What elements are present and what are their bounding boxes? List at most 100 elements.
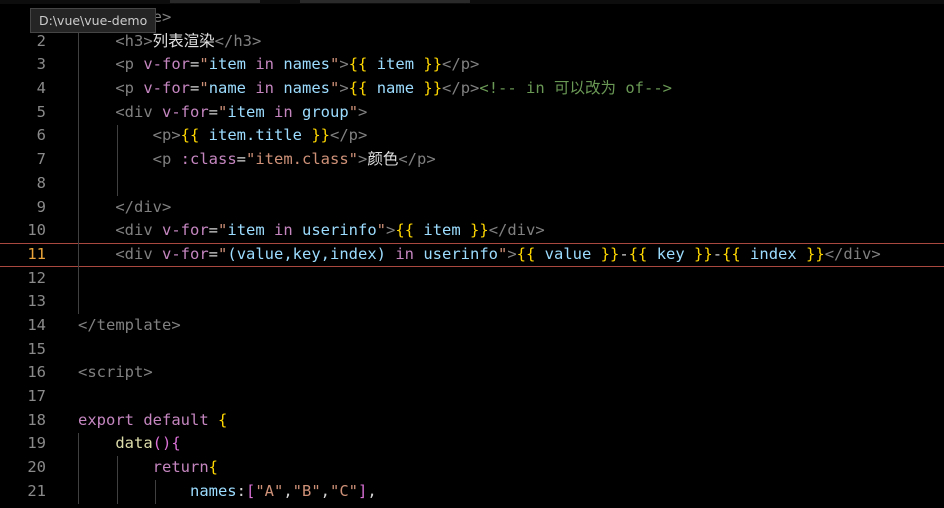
- code-token: ": [218, 244, 228, 263]
- code-line[interactable]: 8: [0, 172, 944, 196]
- code-token: ,: [367, 481, 377, 500]
- code-token: -: [619, 244, 629, 263]
- line-number: 10: [27, 221, 46, 240]
- code-token: v-for: [162, 221, 209, 240]
- code-token: =: [190, 79, 200, 98]
- code-token: v-for: [162, 244, 209, 263]
- code-line[interactable]: 21 names:["A","B","C"],: [0, 480, 944, 504]
- code-token: </p>: [329, 126, 368, 145]
- code-line[interactable]: 6 <p>{{ item.title }}</p>: [0, 124, 944, 148]
- code-token: </p>: [398, 150, 436, 169]
- indent-guide: [78, 29, 79, 315]
- code-token: <div: [78, 102, 162, 121]
- code-token: {{: [516, 244, 545, 263]
- code-token: <p>: [78, 126, 181, 145]
- line-number: 11: [27, 244, 46, 263]
- code-token: =: [190, 55, 200, 74]
- code-token: in: [246, 55, 284, 74]
- code-token: item: [227, 102, 265, 121]
- code-line[interactable]: 18 export default {: [0, 409, 944, 433]
- code-text: <p>{{ item.title }}</p>: [78, 124, 368, 148]
- code-token: </p>: [442, 79, 480, 98]
- code-token: item: [376, 55, 415, 74]
- code-token: ,: [283, 481, 293, 500]
- code-token: ": [199, 55, 209, 74]
- code-line[interactable]: 7 <p :class="item.class">颜色</p>: [0, 148, 944, 172]
- line-number: 12: [27, 268, 46, 287]
- code-token: data: [78, 434, 153, 453]
- code-text: <p :class="item.class">颜色</p>: [78, 148, 436, 172]
- code-token: =: [208, 221, 219, 240]
- code-token: :class: [180, 150, 237, 169]
- code-line[interactable]: 13: [0, 290, 944, 314]
- code-token: -: [712, 244, 723, 263]
- code-token: {: [208, 458, 218, 477]
- line-number: 9: [36, 197, 46, 216]
- code-token: in: [264, 221, 303, 240]
- code-token: {{: [180, 126, 209, 145]
- code-text: export default {: [78, 409, 227, 433]
- line-number: 7: [36, 150, 46, 169]
- code-token: ": [199, 79, 209, 98]
- code-line[interactable]: 4 <p v-for="name in names">{{ name }}</p…: [0, 77, 944, 101]
- code-token: </div>: [78, 197, 172, 216]
- code-token: <script>: [78, 363, 153, 382]
- code-token: }}: [301, 126, 330, 145]
- code-line[interactable]: 11 <div v-for="(value,key,index) in user…: [0, 243, 944, 267]
- code-line[interactable]: 14 </template>: [0, 314, 944, 338]
- code-line[interactable]: 9 </div>: [0, 196, 944, 220]
- code-line[interactable]: 12: [0, 267, 944, 291]
- line-number: 3: [36, 55, 46, 74]
- code-token: >: [358, 102, 368, 121]
- code-token: group: [302, 102, 349, 121]
- code-token: <p: [78, 79, 144, 98]
- line-number: 4: [36, 79, 46, 98]
- indent-guide: [117, 456, 118, 504]
- code-token: v-for: [143, 79, 190, 98]
- code-token: >: [339, 79, 349, 98]
- code-text: <p v-for="item in names">{{ item }}</p>: [78, 53, 479, 77]
- code-token: </h3>: [214, 31, 262, 50]
- code-token: ": [497, 244, 508, 263]
- code-token: </p>: [442, 55, 480, 74]
- code-token: userinfo: [423, 244, 498, 263]
- code-token: {{: [348, 79, 377, 98]
- code-token: userinfo: [302, 221, 377, 240]
- code-line[interactable]: 20 return{: [0, 456, 944, 480]
- line-number: 8: [36, 173, 46, 192]
- line-number: 19: [27, 434, 46, 453]
- code-text: <div v-for="item in userinfo">{{ item }}…: [78, 219, 544, 243]
- code-token: "item.class": [246, 150, 358, 169]
- code-token: {: [171, 434, 181, 453]
- code-token: export default: [78, 410, 218, 429]
- code-token: item.title: [208, 126, 302, 145]
- code-token: >: [386, 221, 396, 240]
- code-token: names: [78, 481, 237, 500]
- code-line[interactable]: 17: [0, 385, 944, 409]
- top-scroll-strip: [0, 0, 944, 4]
- code-token: index: [750, 244, 797, 263]
- path-tooltip: D:\vue\vue-demo: [30, 8, 157, 33]
- code-token: }}: [460, 221, 489, 240]
- code-text: <h3>列表渲染</h3>: [78, 30, 261, 54]
- code-token: ": [330, 79, 340, 98]
- code-line[interactable]: 10 <div v-for="item in userinfo">{{ item…: [0, 219, 944, 243]
- code-line[interactable]: 5 <div v-for="item in group">: [0, 101, 944, 125]
- line-number: 13: [27, 292, 46, 311]
- code-line[interactable]: 2 <h3>列表渲染</h3>: [0, 30, 944, 54]
- code-token: {{: [395, 221, 424, 240]
- code-line[interactable]: 15: [0, 338, 944, 362]
- code-token: }}: [591, 244, 620, 263]
- code-editor[interactable]: 1<template>2 <h3>列表渲染</h3>3 <p v-for="it…: [0, 6, 944, 503]
- code-token: >: [507, 244, 517, 263]
- code-token: }}: [414, 79, 443, 98]
- code-token: value: [544, 244, 592, 263]
- code-line[interactable]: 16 <script>: [0, 361, 944, 385]
- code-line[interactable]: 19 data(){: [0, 432, 944, 456]
- code-token: names: [283, 55, 331, 74]
- code-line[interactable]: 3 <p v-for="item in names">{{ item }}</p…: [0, 53, 944, 77]
- code-token: <p: [78, 55, 144, 74]
- indent-guide: [78, 432, 79, 504]
- code-token: item: [423, 221, 461, 240]
- code-token: <p: [78, 150, 181, 169]
